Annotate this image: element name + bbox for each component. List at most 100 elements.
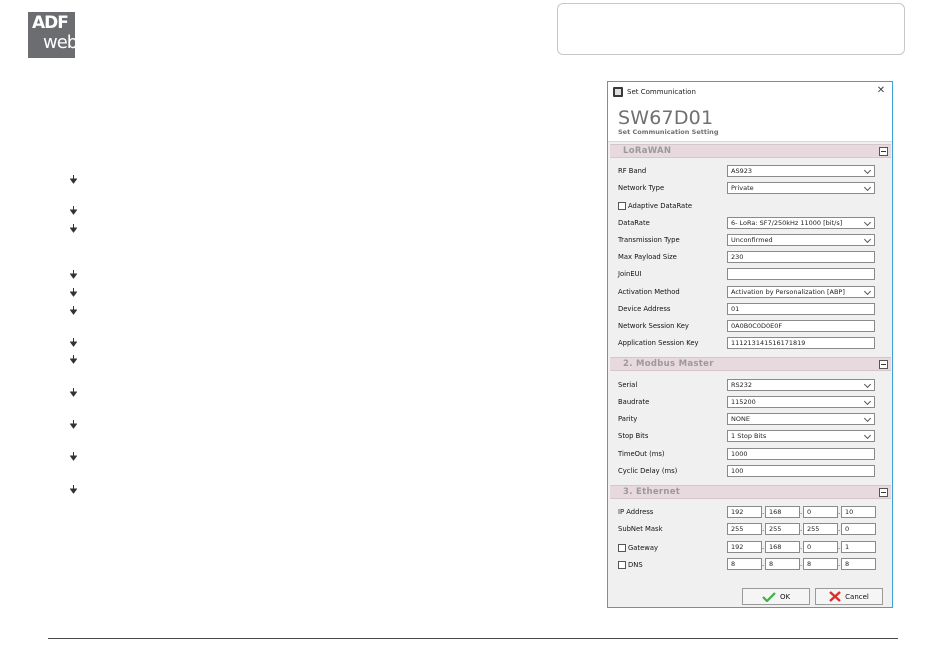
section-title: 2. Modbus Master bbox=[623, 359, 714, 369]
ip-octet-4[interactable]: 10 bbox=[841, 506, 876, 518]
close-icon[interactable]: ✕ bbox=[875, 85, 887, 97]
ok-button-label: OK bbox=[779, 592, 791, 601]
join-eui-label: JoinEUI bbox=[618, 270, 642, 278]
header-box bbox=[557, 3, 905, 55]
app-icon bbox=[613, 86, 623, 97]
logo-line2: web bbox=[43, 32, 75, 53]
octet-separator: . bbox=[762, 508, 765, 516]
transmission-type-select[interactable]: Unconfirmed bbox=[727, 234, 875, 246]
collapse-icon[interactable] bbox=[879, 147, 888, 156]
gateway-label: Gateway bbox=[628, 544, 659, 552]
adfweb-logo: ADF web bbox=[28, 12, 75, 58]
octet-separator: . bbox=[838, 525, 841, 533]
cyclic-delay-input[interactable]: 100 bbox=[727, 465, 875, 477]
ip-octet-1[interactable]: 192 bbox=[727, 506, 762, 518]
octet-separator: . bbox=[800, 560, 803, 568]
parity-label: Parity bbox=[618, 415, 638, 423]
gateway-checkbox[interactable] bbox=[618, 544, 626, 552]
cyclic-delay-label: Cyclic Delay (ms) bbox=[618, 467, 678, 475]
ip-address-label: IP Address bbox=[618, 508, 654, 516]
dns-checkbox[interactable] bbox=[618, 561, 626, 569]
stop-bits-select[interactable]: 1 Stop Bits bbox=[727, 430, 875, 442]
network-type-label: Network Type bbox=[618, 184, 665, 192]
footer-divider bbox=[48, 638, 898, 639]
device-subtitle: Set Communication Setting bbox=[618, 128, 719, 136]
octet-separator: . bbox=[762, 543, 765, 551]
check-icon bbox=[762, 591, 776, 602]
collapse-icon[interactable] bbox=[879, 488, 888, 497]
datarate-label: DataRate bbox=[618, 219, 650, 227]
device-address-input[interactable]: 01 bbox=[727, 303, 875, 315]
octet-separator: . bbox=[762, 525, 765, 533]
ip-octet-3[interactable]: 0 bbox=[803, 506, 838, 518]
max-payload-label: Max Payload Size bbox=[618, 253, 677, 261]
octet-separator: . bbox=[800, 543, 803, 551]
parity-select[interactable]: NONE bbox=[727, 413, 875, 425]
rf-band-label: RF Band bbox=[618, 167, 647, 175]
baudrate-label: Baudrate bbox=[618, 398, 650, 406]
serial-select[interactable]: RS232 bbox=[727, 379, 875, 391]
ip-octet-2[interactable]: 168 bbox=[765, 506, 800, 518]
bullet-icon bbox=[70, 224, 77, 233]
subnet-octet-4[interactable]: 0 bbox=[841, 523, 876, 535]
section-title: LoRaWAN bbox=[623, 146, 672, 156]
network-type-select[interactable]: Private bbox=[727, 182, 875, 194]
dns-octet-2[interactable]: 8 bbox=[765, 558, 800, 570]
bullet-icon bbox=[70, 452, 77, 461]
subnet-octet-2[interactable]: 255 bbox=[765, 523, 800, 535]
logo-line1: ADF bbox=[32, 13, 69, 33]
bullet-icon bbox=[70, 485, 77, 494]
timeout-input[interactable]: 1000 bbox=[727, 448, 875, 460]
adaptive-datarate-checkbox[interactable] bbox=[618, 202, 626, 210]
bullet-icon bbox=[70, 388, 77, 397]
bullet-icon bbox=[70, 306, 77, 315]
octet-separator: . bbox=[838, 560, 841, 568]
section-lorawan[interactable]: LoRaWAN bbox=[610, 144, 891, 158]
bullet-icon bbox=[70, 175, 77, 184]
subnet-octet-3[interactable]: 255 bbox=[803, 523, 838, 535]
activation-method-label: Activation Method bbox=[618, 288, 680, 296]
gateway-octet-1[interactable]: 192 bbox=[727, 541, 762, 553]
window-titlebar[interactable]: Set Communication ✕ bbox=[608, 82, 892, 101]
bullet-icon bbox=[70, 355, 77, 364]
octet-separator: . bbox=[838, 508, 841, 516]
section-title: 3. Ethernet bbox=[623, 487, 681, 497]
gateway-octet-4[interactable]: 1 bbox=[841, 541, 876, 553]
max-payload-input[interactable]: 230 bbox=[727, 251, 875, 263]
device-address-label: Device Address bbox=[618, 305, 671, 313]
gateway-octet-3[interactable]: 0 bbox=[803, 541, 838, 553]
device-banner: SW67D01 Set Communication Setting bbox=[608, 101, 892, 142]
rf-band-select[interactable]: AS923 bbox=[727, 165, 875, 177]
gateway-octet-2[interactable]: 168 bbox=[765, 541, 800, 553]
network-session-key-label: Network Session Key bbox=[618, 322, 689, 330]
dns-octet-4[interactable]: 8 bbox=[841, 558, 876, 570]
serial-label: Serial bbox=[618, 381, 638, 389]
bullet-icon bbox=[70, 288, 77, 297]
transmission-type-label: Transmission Type bbox=[618, 236, 680, 244]
baudrate-select[interactable]: 115200 bbox=[727, 396, 875, 408]
app-session-key-input[interactable]: 111213141516171819 bbox=[727, 337, 875, 349]
subnet-mask-label: SubNet Mask bbox=[618, 525, 663, 533]
bullet-icon bbox=[70, 270, 77, 279]
collapse-icon[interactable] bbox=[879, 360, 888, 369]
cancel-button[interactable]: Cancel bbox=[815, 588, 883, 605]
bullet-icon bbox=[70, 338, 77, 347]
cancel-x-icon bbox=[829, 591, 841, 602]
stop-bits-label: Stop Bits bbox=[618, 432, 649, 440]
activation-method-select[interactable]: Activation by Personalization [ABP] bbox=[727, 286, 875, 298]
octet-separator: . bbox=[800, 525, 803, 533]
ok-button[interactable]: OK bbox=[742, 588, 810, 605]
section-ethernet[interactable]: 3. Ethernet bbox=[610, 485, 891, 499]
device-title: SW67D01 bbox=[618, 107, 714, 129]
octet-separator: . bbox=[838, 543, 841, 551]
join-eui-input[interactable] bbox=[727, 268, 875, 280]
datarate-select[interactable]: 6- LoRa: SF7/250kHz 11000 [bit/s] bbox=[727, 217, 875, 229]
timeout-label: TimeOut (ms) bbox=[618, 450, 665, 458]
network-session-key-input[interactable]: 0A0B0C0D0E0F bbox=[727, 320, 875, 332]
dns-octet-3[interactable]: 8 bbox=[803, 558, 838, 570]
cancel-button-label: Cancel bbox=[845, 592, 869, 601]
section-modbus-master[interactable]: 2. Modbus Master bbox=[610, 357, 891, 371]
dns-octet-1[interactable]: 8 bbox=[727, 558, 762, 570]
bullet-icon bbox=[70, 206, 77, 215]
subnet-octet-1[interactable]: 255 bbox=[727, 523, 762, 535]
